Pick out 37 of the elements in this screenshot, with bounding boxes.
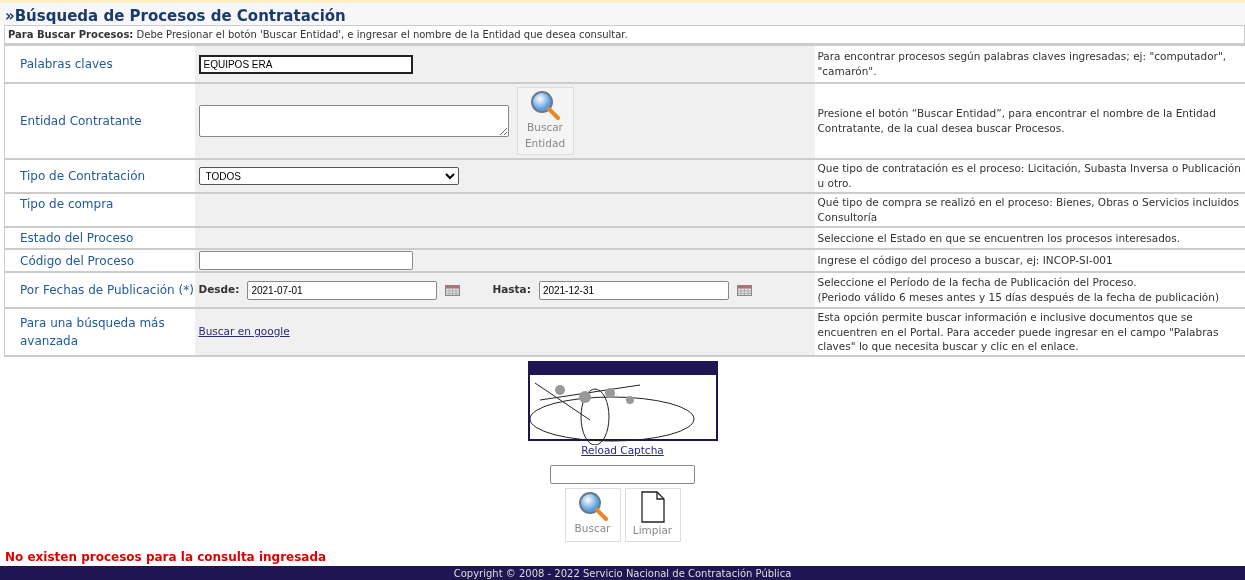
magnifier-icon	[530, 90, 560, 121]
contract-type-select[interactable]: TODOS	[198, 167, 459, 185]
date-field[interactable]: 2021-12-31	[538, 280, 729, 300]
date-label: Desde:	[198, 282, 240, 298]
date-field[interactable]: 2021-07-01	[247, 280, 438, 300]
field-description: Esta opción permite buscar información e inclusive documentos que se encuentren en el Portal. Para acceder puede ingresar en el campo "Palabras claves" lo que necesita buscar y clic en el enlace.	[814, 308, 1245, 357]
reload-captcha-link[interactable]: Reload Captcha	[581, 443, 664, 459]
footer-text: Copyright © 2008 - 2022 Servicio Nacional de Contratación Pública	[0, 565, 1245, 580]
field-label: Tipo de compra	[4, 193, 195, 227]
calendar-icon[interactable]	[736, 284, 752, 296]
document-icon	[638, 490, 667, 523]
entity-field[interactable]	[198, 105, 509, 137]
field-description: Ingrese el código del proceso a buscar, ej: INCOP-SI-001	[814, 249, 1245, 272]
captcha-field[interactable]	[550, 464, 695, 484]
field-label: Tipo de Contratación	[4, 159, 195, 193]
page-title: »Búsqueda de Procesos de Contratación	[0, 3, 1245, 25]
field-label: Palabras claves	[4, 45, 195, 83]
date-label: Hasta:	[492, 282, 531, 298]
calendar-icon[interactable]	[445, 284, 461, 296]
field-description: Para encontrar procesos según palabras claves ingresadas; ej: "computador", "camarón".	[814, 45, 1245, 83]
field-description: Seleccione el Período de la fecha de Publicación del Proceso. (Periodo válido 6 meses antes y 15 días después de la fecha de publicación)	[814, 272, 1245, 308]
error-message: No existen procesos para la consulta ingresada	[4, 548, 328, 566]
field-description: Presione el botón “Buscar Entidad”, para encontrar el nombre de la Entidad Contratante, de la cual desea buscar Procesos.	[814, 83, 1245, 159]
field-description: Que tipo de contratación es el proceso: Licitación, Subasta Inversa o Publicación u otro.	[814, 159, 1245, 193]
text-field[interactable]: EQUIPOS ERA	[198, 54, 413, 74]
text-field[interactable]	[198, 251, 413, 270]
magnifier-icon	[577, 490, 608, 521]
clear-button[interactable]: Limpiar	[624, 487, 681, 542]
field-label: Código del Proceso	[4, 249, 195, 272]
field-description: Seleccione el Estado en que se encuentren los procesos interesados.	[814, 227, 1245, 249]
field-label: Para una búsqueda más avanzada	[4, 308, 195, 357]
field-description: Qué tipo de compra se realizó en el proceso: Bienes, Obras o Servicios incluidos Consultoría	[814, 193, 1245, 227]
instruction-text: Para Buscar Procesos: Debe Presionar el botón 'Buscar Entidad', e ingresar el nombre de la Entidad que desea consultar.	[4, 25, 1245, 44]
field-label: Estado del Proceso	[4, 227, 195, 249]
field-label: Por Fechas de Publicación (*)	[4, 272, 195, 308]
search-button[interactable]: Buscar	[564, 487, 621, 542]
google-search-link[interactable]: Buscar en google	[198, 324, 290, 340]
